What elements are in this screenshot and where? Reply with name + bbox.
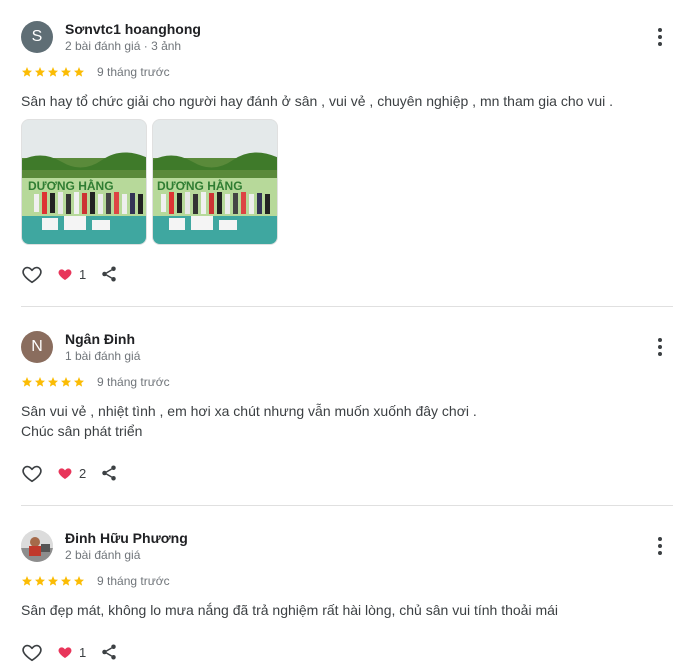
star-icon: [35, 576, 45, 586]
heart-reaction-icon: [58, 468, 72, 479]
star-rating: [21, 376, 85, 388]
star-icon: [22, 576, 32, 586]
review-photo[interactable]: DƯƠNG HẰNG: [152, 119, 278, 245]
avatar[interactable]: [21, 530, 53, 562]
star-icon: [48, 67, 58, 77]
avatar-photo: [21, 530, 53, 562]
reaction-count: 2: [79, 465, 87, 481]
avatar[interactable]: N: [21, 331, 53, 363]
share-icon[interactable]: [100, 643, 118, 661]
star-rating: [21, 66, 85, 78]
heart-reaction-icon: [58, 647, 72, 658]
star-icon: [22, 377, 32, 387]
review-actions: 1: [21, 263, 118, 285]
review-actions: 1: [21, 641, 118, 663]
reaction-count: 1: [79, 266, 87, 282]
reviewer-meta: 2 bài đánh giá: [65, 548, 141, 562]
star-rating: [21, 575, 85, 587]
review-text: Sân đẹp mát, không lo mưa nắng đã trả ng…: [21, 600, 558, 620]
reviewer-meta: 1 bài đánh giá: [65, 349, 141, 363]
avatar[interactable]: S: [21, 21, 53, 53]
more-options-button[interactable]: [652, 534, 668, 558]
photo-image: DƯƠNG HẰNG: [153, 120, 277, 244]
review-photo[interactable]: DƯƠNG HẰNG: [21, 119, 147, 245]
avatar-letter: S: [31, 28, 43, 45]
like-heart-outline-icon[interactable]: [21, 462, 43, 484]
divider: [21, 306, 673, 307]
more-options-button[interactable]: [652, 25, 668, 49]
review-time: 9 tháng trước: [97, 65, 170, 79]
star-icon: [74, 67, 84, 77]
photo-banner-text: DƯƠNG HẰNG: [28, 178, 114, 193]
more-options-button[interactable]: [652, 335, 668, 359]
reviewer-name[interactable]: Ngân Đinh: [65, 331, 135, 347]
divider: [21, 505, 673, 506]
star-icon: [48, 576, 58, 586]
like-heart-outline-icon[interactable]: [21, 263, 43, 285]
review-time: 9 tháng trước: [97, 375, 170, 389]
share-icon[interactable]: [100, 464, 118, 482]
review-text: Sân hay tổ chức giải cho người hay đánh …: [21, 91, 613, 111]
review-text-line: Sân đẹp mát, không lo mưa nắng đã trả ng…: [21, 602, 559, 618]
heart-reaction-icon: [58, 269, 72, 280]
reaction-count: 1: [79, 644, 87, 660]
star-icon: [35, 377, 45, 387]
photo-image: DƯƠNG HẰNG: [22, 120, 146, 244]
reviewer-name[interactable]: Đinh Hữu Phương: [65, 530, 188, 546]
reviewer-name[interactable]: Sơnvtc1 hoanghong: [65, 21, 201, 37]
review-time: 9 tháng trước: [97, 574, 170, 588]
star-icon: [61, 67, 71, 77]
review-text-line: Sân hay tổ chức giải cho người hay đánh …: [21, 93, 613, 109]
avatar-letter: N: [31, 338, 43, 355]
like-heart-outline-icon[interactable]: [21, 641, 43, 663]
photo-banner-text: DƯƠNG HẰNG: [157, 178, 243, 193]
review-text-line: Chúc sân phát triển: [21, 423, 143, 439]
star-icon: [61, 576, 71, 586]
star-icon: [74, 377, 84, 387]
star-icon: [48, 377, 58, 387]
review-text-line: Sân vui vẻ , nhiệt tình , em hơi xa chút…: [21, 403, 477, 419]
star-icon: [22, 67, 32, 77]
star-icon: [35, 67, 45, 77]
star-icon: [61, 377, 71, 387]
reviewer-meta: 2 bài đánh giá · 3 ảnh: [65, 39, 182, 53]
star-icon: [74, 576, 84, 586]
review-text: Sân vui vẻ , nhiệt tình , em hơi xa chút…: [21, 401, 477, 441]
share-icon[interactable]: [100, 265, 118, 283]
review-actions: 2: [21, 462, 118, 484]
